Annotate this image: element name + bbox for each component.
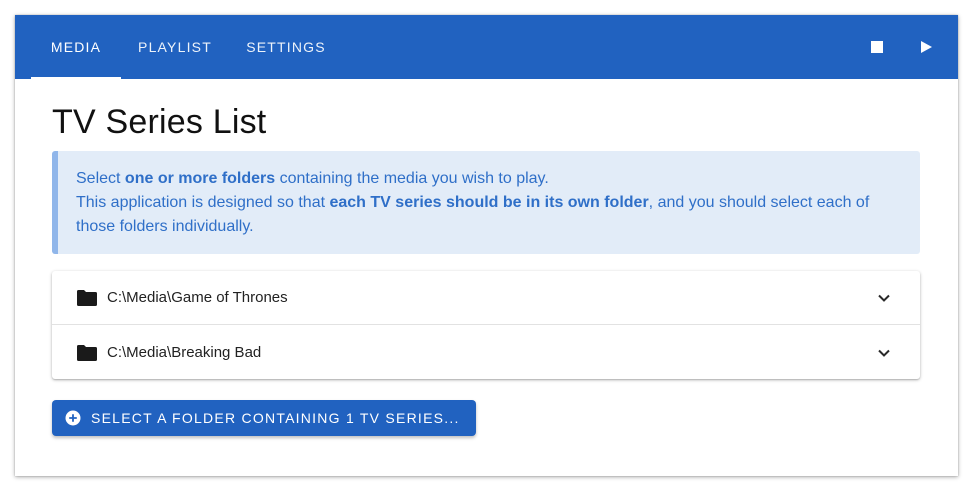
tab-media[interactable]: Media [31, 15, 121, 79]
tab-playlist-label: Playlist [138, 39, 212, 55]
add-folder-button[interactable]: Select a folder containing 1 TV series..… [52, 400, 476, 436]
folder-path: C:\Media\Game of Thrones [107, 289, 288, 306]
folder-icon [77, 289, 97, 306]
info-text: Select [76, 170, 125, 187]
app-window: Media Playlist Settings TV Series List S… [15, 15, 958, 476]
folder-list: C:\Media\Game of Thrones C:\Media\Breaki… [52, 271, 920, 379]
page-title: TV Series List [52, 103, 267, 141]
folder-row[interactable]: C:\Media\Breaking Bad [52, 326, 920, 379]
info-emphasis: one or more folders [124, 170, 276, 187]
add-folder-button-label: Select a folder containing 1 TV series..… [91, 410, 460, 426]
info-text: This application is designed so that [76, 194, 330, 211]
info-text: containing the media you wish to play. [275, 170, 549, 187]
tab-settings[interactable]: Settings [235, 15, 337, 79]
stop-button[interactable] [861, 31, 893, 63]
folder-icon [77, 344, 97, 361]
active-tab-indicator [31, 77, 121, 79]
plus-circle-icon [65, 410, 81, 426]
info-line-2: This application is designed so that eac… [76, 191, 902, 239]
folder-path: C:\Media\Breaking Bad [107, 344, 262, 361]
play-icon [921, 41, 932, 53]
tab-settings-label: Settings [246, 39, 326, 55]
chevron-down-icon[interactable] [876, 345, 892, 361]
chevron-down-icon[interactable] [876, 290, 892, 306]
folder-row[interactable]: C:\Media\Game of Thrones [52, 271, 920, 325]
tab-media-label: Media [50, 39, 102, 55]
stop-icon [871, 41, 883, 53]
tab-playlist[interactable]: Playlist [125, 15, 225, 79]
info-alert: Select one or more folders containing th… [52, 151, 920, 254]
play-button[interactable] [910, 31, 942, 63]
info-emphasis: each TV series should be in its own fold… [329, 194, 649, 211]
info-line-1: Select one or more folders containing th… [76, 167, 902, 191]
top-app-bar: Media Playlist Settings [15, 15, 958, 79]
